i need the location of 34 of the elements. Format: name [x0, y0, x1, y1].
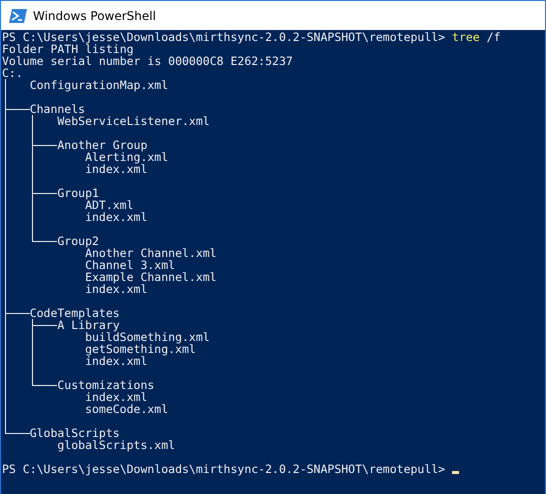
folder-name: Customizations: [57, 379, 154, 391]
file-name: index.xml: [85, 283, 148, 295]
file-name: globalScripts.xml: [57, 439, 176, 451]
file-name: WebServiceListener.xml: [57, 115, 210, 127]
file-name: index.xml: [85, 391, 148, 403]
file-name: buildSomething.xml: [85, 331, 210, 343]
file-name: Another Channel.xml: [85, 247, 217, 259]
prompt-text: PS C:\Users\jesse\Downloads\mirthsync-2.0.2-SNAPSHOT\remotepull>: [2, 31, 446, 43]
file-name: index.xml: [85, 163, 148, 175]
folder-name: CodeTemplates: [30, 307, 120, 319]
folder-name: Another Group: [57, 139, 148, 151]
file-name: ADT.xml: [85, 199, 134, 211]
folder-name: Group1: [57, 187, 99, 199]
output-text: Volume serial number is 000000C8 E262:5237: [2, 55, 293, 67]
folder-name: Group2: [57, 235, 99, 247]
folder-name: Channels: [30, 103, 86, 115]
file-name: ConfigurationMap.xml: [30, 79, 168, 91]
output-text: Folder PATH listing: [2, 43, 134, 55]
folder-name: GlobalScripts: [30, 427, 120, 439]
command-text: tree: [452, 31, 480, 43]
file-name: someCode.xml: [85, 403, 168, 415]
file-name: Example Channel.xml: [85, 271, 217, 283]
window-title: Windows PowerShell: [33, 8, 156, 22]
file-name: Channel 3.xml: [85, 259, 176, 271]
file-name: index.xml: [85, 211, 148, 223]
folder-name: C:.: [2, 67, 23, 79]
file-name: index.xml: [85, 355, 148, 367]
prompt-text: PS C:\Users\jesse\Downloads\mirthsync-2.0.2-SNAPSHOT\remotepull>: [2, 463, 446, 475]
text-cursor: [452, 471, 460, 474]
file-name: Alerting.xml: [85, 151, 168, 163]
command-argument: /f: [486, 31, 501, 43]
file-name: getSomething.xml: [85, 343, 196, 355]
powershell-icon: [9, 8, 27, 22]
folder-name: A Library: [57, 319, 120, 331]
